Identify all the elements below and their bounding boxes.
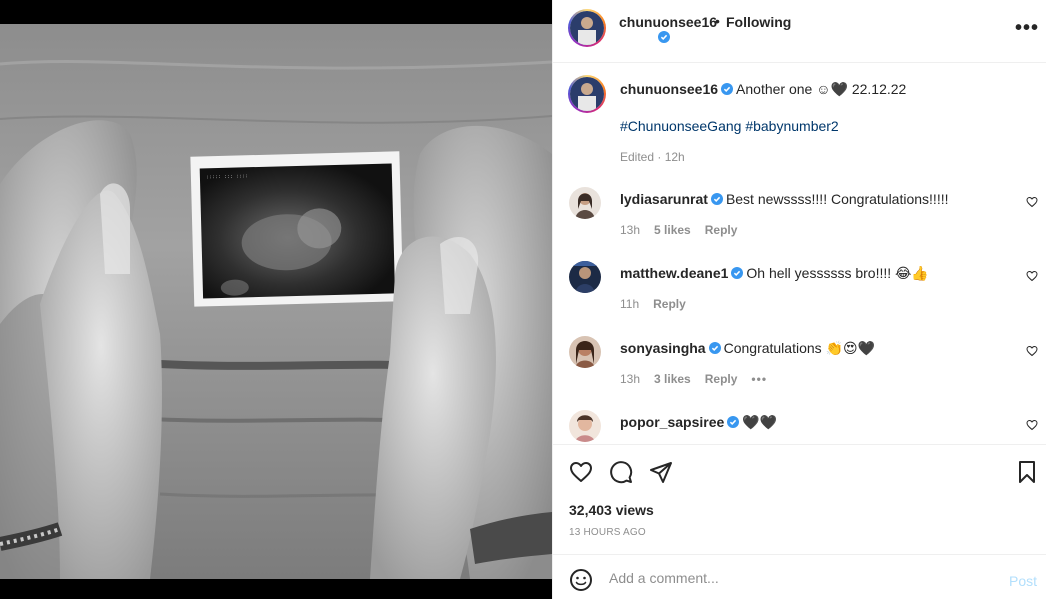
comment-item: sonyasingha Congratulations 👏😍🖤 13h 3 like…: [553, 336, 1046, 402]
post-details-panel: chunuonsee16 • Following ••• chunuonsee1…: [552, 0, 1046, 599]
comment-body: Oh hell yessssss bro!!!! 😂👍: [746, 265, 929, 281]
reply-button[interactable]: Reply: [705, 372, 738, 386]
verified-badge-icon: [721, 83, 734, 95]
caption-avatar[interactable]: [568, 75, 606, 113]
comments-list[interactable]: chunuonsee16 Another one ☺🖤 22.12.22 #Chu…: [553, 63, 1046, 444]
reply-button[interactable]: Reply: [653, 297, 686, 311]
comment-item: popor_sapsiree 🖤🖤: [553, 410, 1046, 444]
comment-body: Congratulations 👏😍🖤: [723, 340, 876, 356]
heart-icon[interactable]: [1026, 419, 1038, 431]
comment-username[interactable]: popor_sapsiree: [620, 414, 724, 430]
comment-likes[interactable]: 5 likes: [654, 223, 691, 237]
comment-username[interactable]: sonyasingha: [620, 340, 706, 356]
comment-text: popor_sapsiree 🖤🖤: [620, 414, 777, 431]
verified-badge-icon: [708, 342, 721, 354]
bookmark-icon[interactable]: [1015, 460, 1039, 484]
comment-meta: 13h 5 likes Reply: [620, 223, 751, 237]
verified-badge-icon: [727, 416, 740, 428]
post-header: chunuonsee16 • Following •••: [553, 0, 1046, 63]
comment-input[interactable]: [609, 567, 969, 589]
comment-text: lydiasarunrat Best newssss!!!! Congratula…: [620, 191, 948, 207]
reply-button[interactable]: Reply: [705, 223, 738, 237]
comment-time: 13h: [620, 372, 641, 386]
post-photo[interactable]: ::::: ::: ::::: [0, 24, 552, 579]
comment-item: matthew.deane1 Oh hell yessssss bro!!!! 😂…: [553, 261, 1046, 327]
author-avatar[interactable]: [568, 9, 606, 47]
following-button[interactable]: Following: [726, 14, 791, 30]
comment-meta: 11h Reply: [620, 297, 700, 311]
heart-icon[interactable]: [1026, 270, 1038, 282]
caption-username[interactable]: chunuonsee16: [620, 81, 718, 97]
post-comment-button[interactable]: Post: [1009, 573, 1037, 589]
view-count[interactable]: 32,403 views: [569, 502, 654, 518]
comment-body: Best newssss!!!! Congratulations!!!!!: [725, 191, 949, 207]
verified-badge-icon: [731, 267, 744, 279]
commenter-avatar[interactable]: [569, 410, 601, 442]
heart-icon[interactable]: [1026, 196, 1038, 208]
comment-item: lydiasarunrat Best newssss!!!! Congratula…: [553, 187, 1046, 253]
comment-text: matthew.deane1 Oh hell yessssss bro!!!! 😂…: [620, 265, 929, 282]
post-media[interactable]: ::::: ::: ::::: [0, 0, 552, 599]
post-timestamp: 13 HOURS AGO: [569, 527, 646, 538]
commenter-avatar[interactable]: [569, 187, 601, 219]
verified-badge-icon: [658, 31, 670, 43]
share-icon[interactable]: [649, 460, 673, 484]
svg-text:::::: ::: ::::: ::::: ::: ::::: [206, 173, 248, 180]
commenter-avatar[interactable]: [569, 261, 601, 293]
add-comment-bar: Post: [553, 554, 1046, 599]
caption-line: chunuonsee16 Another one ☺🖤 22.12.22: [620, 81, 906, 98]
comment-username[interactable]: matthew.deane1: [620, 265, 728, 281]
caption-text: Another one ☺🖤 22.12.22: [736, 81, 907, 97]
author-username[interactable]: chunuonsee16: [619, 14, 717, 30]
comment-likes[interactable]: 3 likes: [654, 372, 691, 386]
comment-options-icon[interactable]: •••: [751, 372, 767, 386]
comment-time: 11h: [620, 297, 640, 311]
heart-icon[interactable]: [1026, 345, 1038, 357]
comment-body: 🖤🖤: [742, 414, 778, 430]
action-bar: 32,403 views 13 HOURS AGO: [553, 444, 1046, 554]
heart-icon[interactable]: [569, 460, 593, 484]
more-options-icon[interactable]: •••: [1015, 18, 1039, 38]
commenter-avatar[interactable]: [569, 336, 601, 368]
comment-username[interactable]: lydiasarunrat: [620, 191, 708, 207]
emoji-icon[interactable]: [569, 568, 593, 592]
caption-hashtags[interactable]: #ChunuonseeGang #babynumber2: [620, 118, 839, 134]
comment-icon[interactable]: [609, 460, 633, 484]
comment-text: sonyasingha Congratulations 👏😍🖤: [620, 340, 875, 357]
comment-time: 13h: [620, 223, 641, 237]
separator-dot: •: [715, 13, 720, 29]
caption-edited-time: Edited · 12h: [620, 150, 685, 164]
comment-meta: 13h 3 likes Reply •••: [620, 372, 781, 386]
verified-badge-icon: [710, 193, 723, 205]
